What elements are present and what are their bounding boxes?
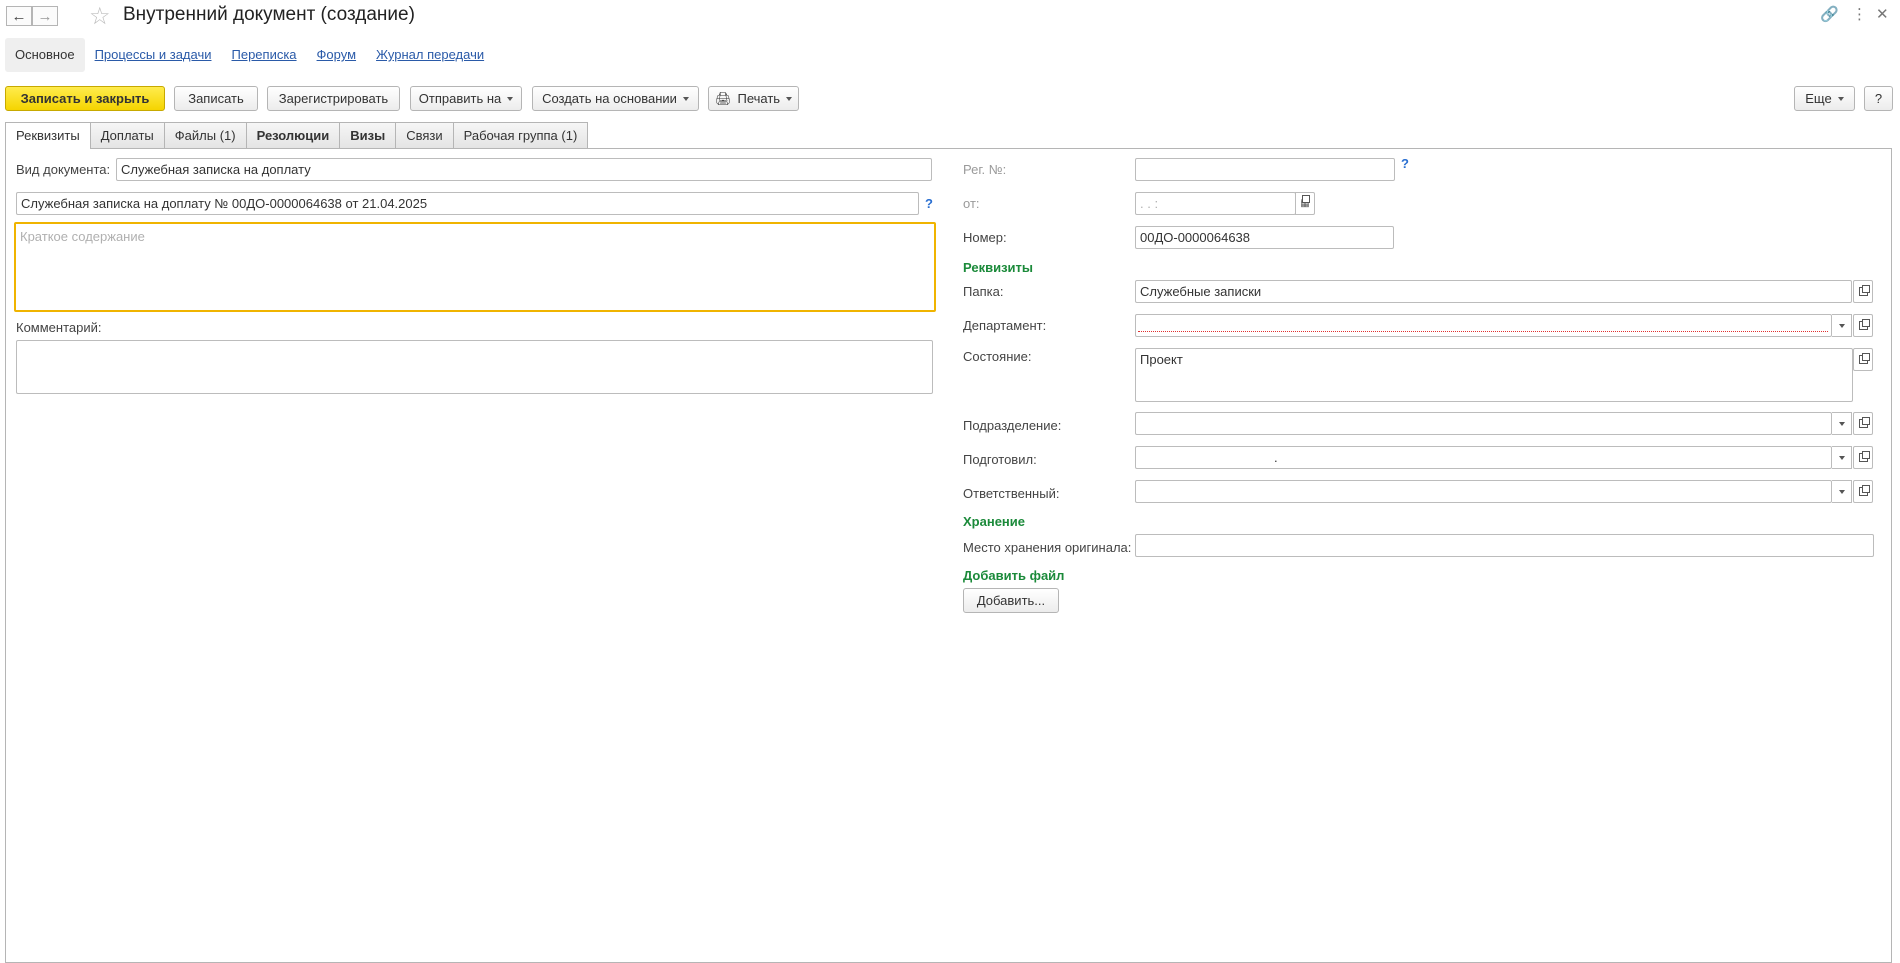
open-icon — [1858, 417, 1870, 428]
number-field[interactable]: 00ДО-0000064638 — [1135, 226, 1394, 249]
tab-bar: Реквизиты Доплаты Файлы (1) Резолюции Ви… — [5, 122, 589, 149]
calendar-button[interactable]: ▦ — [1295, 192, 1315, 215]
chevron-down-icon — [1838, 421, 1845, 426]
department-dropdown-button[interactable] — [1832, 314, 1852, 337]
open-icon — [1858, 319, 1870, 330]
section-main[interactable]: Основное — [5, 38, 85, 72]
subdivision-label: Подразделение: — [963, 418, 1062, 433]
arrow-right-icon: → — [37, 7, 53, 25]
from-label: от: — [963, 196, 980, 211]
comment-textarea[interactable] — [16, 340, 933, 394]
section-correspondence[interactable]: Переписка — [222, 38, 307, 72]
favorite-star-icon[interactable]: ☆ — [89, 2, 111, 31]
tab-surcharges[interactable]: Доплаты — [89, 122, 165, 148]
tab-links[interactable]: Связи — [395, 122, 454, 148]
section-transfer-log[interactable]: Журнал передачи — [366, 38, 494, 72]
prepared-label: Подготовил: — [963, 452, 1037, 467]
chevron-down-icon — [1838, 455, 1845, 460]
subdivision-field[interactable] — [1135, 412, 1832, 435]
responsible-dropdown-button[interactable] — [1832, 480, 1852, 503]
from-date-field[interactable]: . . : — [1135, 192, 1296, 215]
group-add-file-header: Добавить файл — [963, 568, 1065, 583]
subdivision-dropdown-button[interactable] — [1832, 412, 1852, 435]
department-field[interactable] — [1135, 314, 1832, 337]
send-to-button[interactable]: Отправить на — [410, 86, 522, 111]
help-button[interactable]: ? — [1864, 86, 1893, 111]
section-nav: Основное Процессы и задачи Переписка Фор… — [5, 38, 494, 72]
state-field[interactable]: Проект — [1135, 348, 1853, 402]
storage-field[interactable] — [1135, 534, 1874, 557]
responsible-field[interactable] — [1135, 480, 1832, 503]
create-based-on-button[interactable]: Создать на основании — [532, 86, 699, 111]
folder-label: Папка: — [963, 284, 1004, 299]
required-underline — [1138, 331, 1828, 332]
department-label: Департамент: — [963, 318, 1047, 333]
summary-textarea[interactable]: Краткое содержание — [14, 222, 936, 312]
state-open-button[interactable] — [1853, 348, 1873, 371]
prepared-dropdown-button[interactable] — [1832, 446, 1852, 469]
responsible-open-button[interactable] — [1853, 480, 1873, 503]
tab-visas[interactable]: Визы — [339, 122, 397, 148]
calendar-icon: ▦ — [1300, 195, 1311, 209]
title-help-icon[interactable]: ? — [925, 196, 933, 211]
window-title: Внутренний документ (создание) — [123, 4, 415, 25]
reg-no-field[interactable] — [1135, 158, 1395, 181]
print-button[interactable]: 🖨 Печать — [708, 86, 799, 111]
folder-field[interactable]: Служебные записки — [1135, 280, 1852, 303]
open-icon — [1858, 485, 1870, 496]
department-open-button[interactable] — [1853, 314, 1873, 337]
more-button[interactable]: Еще — [1794, 86, 1855, 111]
prepared-open-button[interactable] — [1853, 446, 1873, 469]
folder-open-button[interactable] — [1853, 280, 1873, 303]
summary-placeholder: Краткое содержание — [20, 229, 145, 244]
chevron-down-icon — [1838, 489, 1845, 494]
subdivision-open-button[interactable] — [1853, 412, 1873, 435]
save-button[interactable]: Записать — [174, 86, 258, 111]
open-icon — [1858, 353, 1870, 364]
doc-type-label: Вид документа: — [16, 162, 111, 177]
add-file-button[interactable]: Добавить... — [963, 588, 1059, 613]
forward-button[interactable]: → — [32, 6, 58, 26]
arrow-left-icon: ← — [11, 7, 27, 25]
back-button[interactable]: ← — [6, 6, 32, 26]
tab-files[interactable]: Файлы (1) — [163, 122, 247, 148]
doc-title-field[interactable]: Служебная записка на доплату № 00ДО-0000… — [16, 192, 919, 215]
responsible-label: Ответственный: — [963, 486, 1060, 501]
group-requisites-header: Реквизиты — [963, 260, 1033, 275]
state-label: Состояние: — [963, 349, 1032, 364]
comment-label: Комментарий: — [16, 320, 102, 335]
save-and-close-button[interactable]: Записать и закрыть — [5, 86, 165, 111]
tab-resolutions[interactable]: Резолюции — [245, 122, 341, 148]
register-button[interactable]: Зарегистрировать — [267, 86, 400, 111]
open-icon — [1858, 285, 1870, 296]
storage-label: Место хранения оригинала: — [963, 540, 1132, 555]
prepared-field[interactable]: . — [1135, 446, 1832, 469]
reg-no-label: Рег. №: — [963, 162, 1007, 177]
close-icon[interactable]: ✕ — [1876, 5, 1889, 23]
group-storage-header: Хранение — [963, 514, 1025, 529]
chevron-down-icon — [1838, 323, 1845, 328]
section-processes[interactable]: Процессы и задачи — [85, 38, 222, 72]
number-label: Номер: — [963, 230, 1007, 245]
doc-type-field[interactable]: Служебная записка на доплату — [116, 158, 932, 181]
reg-help-icon[interactable]: ? — [1401, 156, 1409, 171]
section-forum[interactable]: Форум — [307, 38, 367, 72]
open-icon — [1858, 451, 1870, 462]
tab-requisites[interactable]: Реквизиты — [5, 122, 91, 149]
tab-workgroup[interactable]: Рабочая группа (1) — [452, 122, 589, 148]
more-menu-icon[interactable]: ⋮ — [1852, 5, 1867, 23]
link-icon[interactable]: 🔗 — [1820, 5, 1839, 23]
printer-icon: 🖨 — [714, 90, 732, 106]
